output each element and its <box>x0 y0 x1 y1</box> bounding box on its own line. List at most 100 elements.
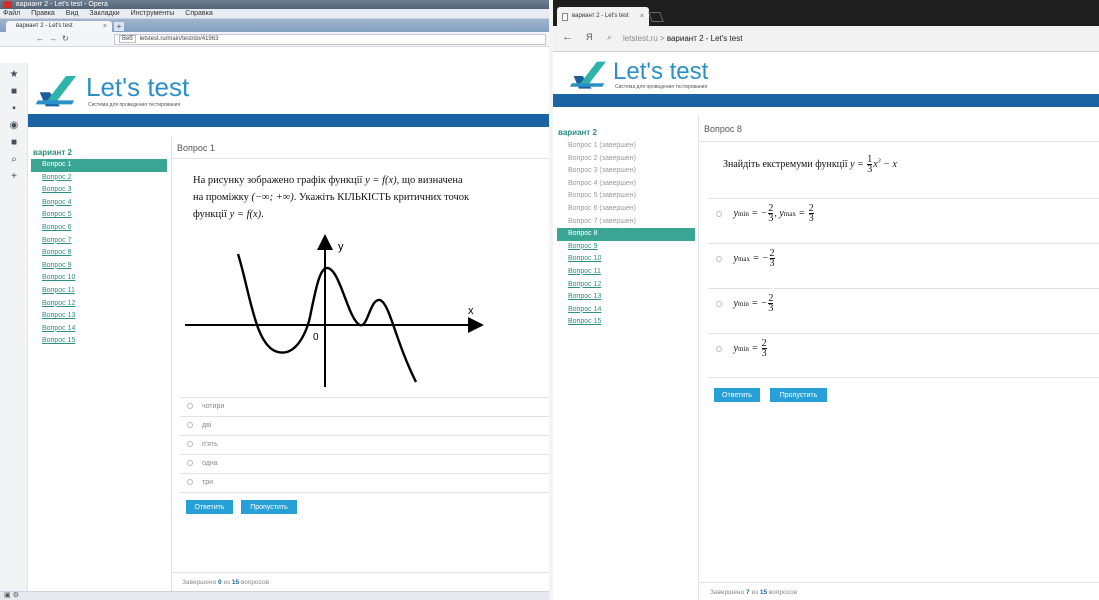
origin-label: 0 <box>313 332 319 343</box>
question-list-item[interactable]: Вопрос 7 (завершен) <box>557 216 695 229</box>
option-1[interactable]: ymin = −2 3, ymax = 23 <box>716 204 815 224</box>
question-list-item[interactable]: Вопрос 1 (завершен) <box>557 140 695 153</box>
toolbar: ←→↻ Веб letstest.ru/main/test/do/41963 <box>0 32 549 47</box>
notes-icon[interactable]: ■ <box>0 86 28 97</box>
menu-tools[interactable]: Инструменты <box>131 10 175 17</box>
logo-text[interactable]: Let's test <box>613 58 708 86</box>
radio-icon[interactable] <box>187 403 193 410</box>
option-rule <box>708 243 1099 244</box>
options-top-rule <box>180 397 549 398</box>
question-text: Знайдіть екстремуми функції y = 1 3 x3 − x <box>723 154 897 175</box>
opera-logo-icon <box>3 1 12 8</box>
question-list-item[interactable]: Вопрос 2 <box>31 172 167 185</box>
address-bar[interactable]: Веб letstest.ru/main/test/do/41963 <box>114 34 546 45</box>
radio-icon[interactable] <box>716 345 722 352</box>
search-icon[interactable]: ⌕ <box>607 32 612 43</box>
logo-text[interactable]: Let's test <box>86 72 189 103</box>
settings-icon[interactable]: ⚙ <box>13 592 19 599</box>
header-rule <box>699 141 1099 142</box>
question-list-item[interactable]: Вопрос 14 <box>31 323 167 336</box>
question-list-item[interactable]: Вопрос 12 <box>557 279 695 292</box>
skip-button[interactable]: Пропустить <box>770 388 827 402</box>
option-3[interactable]: п'ять <box>187 441 218 448</box>
question-list-item[interactable]: Вопрос 10 <box>557 253 695 266</box>
address-bar[interactable]: letstest.ru > вариант 2 - Let's test <box>623 34 742 43</box>
star-icon[interactable]: ★ <box>0 69 28 80</box>
option-2[interactable]: дві <box>187 422 211 429</box>
close-tab-icon[interactable]: × <box>640 7 644 26</box>
option-rule <box>180 454 549 455</box>
answer-button[interactable]: Ответить <box>186 500 233 514</box>
question-list-item[interactable]: Вопрос 5 <box>31 209 167 222</box>
history-icon[interactable]: ◉ <box>0 120 28 131</box>
top-nav-bar <box>553 94 1099 107</box>
downloads-icon[interactable]: ■ <box>0 137 28 148</box>
question-list-item[interactable]: Вопрос 8 <box>557 228 695 241</box>
menu-edit[interactable]: Правка <box>31 10 55 17</box>
yandex-logo-icon[interactable]: Я <box>586 32 593 42</box>
option-5[interactable]: три <box>187 479 213 486</box>
add-panel-icon[interactable]: + <box>0 171 28 182</box>
browser-tab[interactable]: вариант 2 - Let's test × <box>557 7 649 26</box>
question-list-item[interactable]: Вопрос 12 <box>31 298 167 311</box>
question-list-item[interactable]: Вопрос 6 <box>31 222 167 235</box>
browser-tab[interactable]: вариант 2 - Let's test × <box>6 21 112 32</box>
navigation-buttons[interactable]: ←→↻ <box>36 34 74 43</box>
question-list-item[interactable]: Вопрос 13 <box>31 310 167 323</box>
question-list-item[interactable]: Вопрос 3 <box>31 184 167 197</box>
radio-icon[interactable] <box>187 441 193 448</box>
status-bar: ▣ ⚙ <box>0 591 549 600</box>
skip-button[interactable]: Пропустить <box>241 500 297 514</box>
question-list-item[interactable]: Вопрос 1 <box>31 159 167 172</box>
option-4[interactable]: ymin = 23 <box>716 339 768 359</box>
radio-icon[interactable] <box>187 479 193 486</box>
back-arrow-icon[interactable]: ← <box>562 31 573 43</box>
radio-icon[interactable] <box>716 210 722 217</box>
question-list-item[interactable]: Вопрос 15 <box>31 335 167 348</box>
question-list-item[interactable]: Вопрос 11 <box>31 285 167 298</box>
menu-help[interactable]: Справка <box>185 10 212 17</box>
opera-sidebar: ★ ■ ▪ ◉ ■ ⌕ + <box>0 63 28 591</box>
panel-toggle-icon[interactable]: ▣ <box>4 592 11 599</box>
function-graph: y x 0 <box>185 234 484 387</box>
menu-view[interactable]: Вид <box>66 10 79 17</box>
radio-icon[interactable] <box>716 255 722 262</box>
question-list-item[interactable]: Вопрос 9 <box>31 260 167 273</box>
question-list-item[interactable]: Вопрос 14 <box>557 304 695 317</box>
option-rule <box>180 435 549 436</box>
new-tab-icon[interactable]: + <box>114 22 124 31</box>
question-list-item[interactable]: Вопрос 3 (завершен) <box>557 165 695 178</box>
panel-icon[interactable]: ▪ <box>0 103 28 114</box>
question-list-item[interactable]: Вопрос 10 <box>31 272 167 285</box>
question-list-item[interactable]: Вопрос 9 <box>557 241 695 254</box>
new-tab-icon[interactable] <box>648 12 664 22</box>
search-icon[interactable]: ⌕ <box>0 154 28 165</box>
question-list-item[interactable]: Вопрос 4 (завершен) <box>557 178 695 191</box>
menu-file[interactable]: Файл <box>3 10 20 17</box>
option-4[interactable]: одна <box>187 460 218 467</box>
radio-icon[interactable] <box>187 460 193 467</box>
menu-bookmarks[interactable]: Закладки <box>89 10 119 17</box>
tab-title: вариант 2 - Let's test <box>16 23 73 29</box>
option-1[interactable]: чотири <box>187 403 224 410</box>
x-axis-label: x <box>468 305 474 317</box>
question-list-item[interactable]: Вопрос 7 <box>31 235 167 248</box>
question-list-item[interactable]: Вопрос 5 (завершен) <box>557 190 695 203</box>
option-rule <box>708 333 1099 334</box>
question-list-item[interactable]: Вопрос 13 <box>557 291 695 304</box>
option-3[interactable]: ymin = −2 3 <box>716 294 774 314</box>
question-list-item[interactable]: Вопрос 11 <box>557 266 695 279</box>
logo-subtitle: Система для проведения тестирования <box>615 84 708 90</box>
close-tab-icon[interactable]: × <box>103 21 107 32</box>
answer-button[interactable]: Ответить <box>714 388 760 402</box>
option-2[interactable]: ymax = −2 3 <box>716 249 776 269</box>
radio-icon[interactable] <box>187 422 193 429</box>
question-list-item[interactable]: Вопрос 15 <box>557 316 695 329</box>
question-list-item[interactable]: Вопрос 4 <box>31 197 167 210</box>
question-list-item[interactable]: Вопрос 2 (завершен) <box>557 153 695 166</box>
radio-icon[interactable] <box>716 300 722 307</box>
question-list-item[interactable]: Вопрос 6 (завершен) <box>557 203 695 216</box>
progress-footer: Завершено 7 из 15 вопросов <box>710 589 798 596</box>
top-nav-bar <box>28 114 549 127</box>
question-list-item[interactable]: Вопрос 8 <box>31 247 167 260</box>
